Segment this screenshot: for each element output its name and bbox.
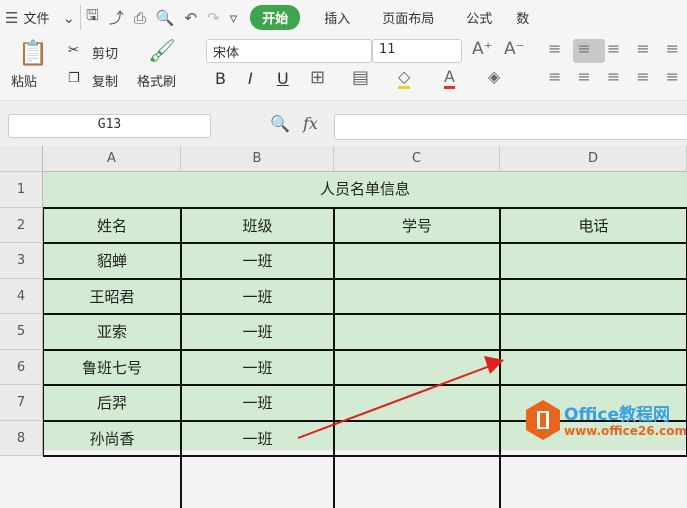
red-arrow	[297, 365, 491, 439]
annotation-layer	[297, 356, 504, 439]
arrow-head-icon	[484, 356, 504, 374]
office-logo-icon	[526, 400, 560, 440]
watermark: Office教程网 www.office26.com	[526, 398, 687, 448]
watermark-title: Office教程网	[564, 405, 671, 425]
watermark-url: www.office26.com	[564, 424, 687, 438]
border-line	[43, 455, 687, 457]
